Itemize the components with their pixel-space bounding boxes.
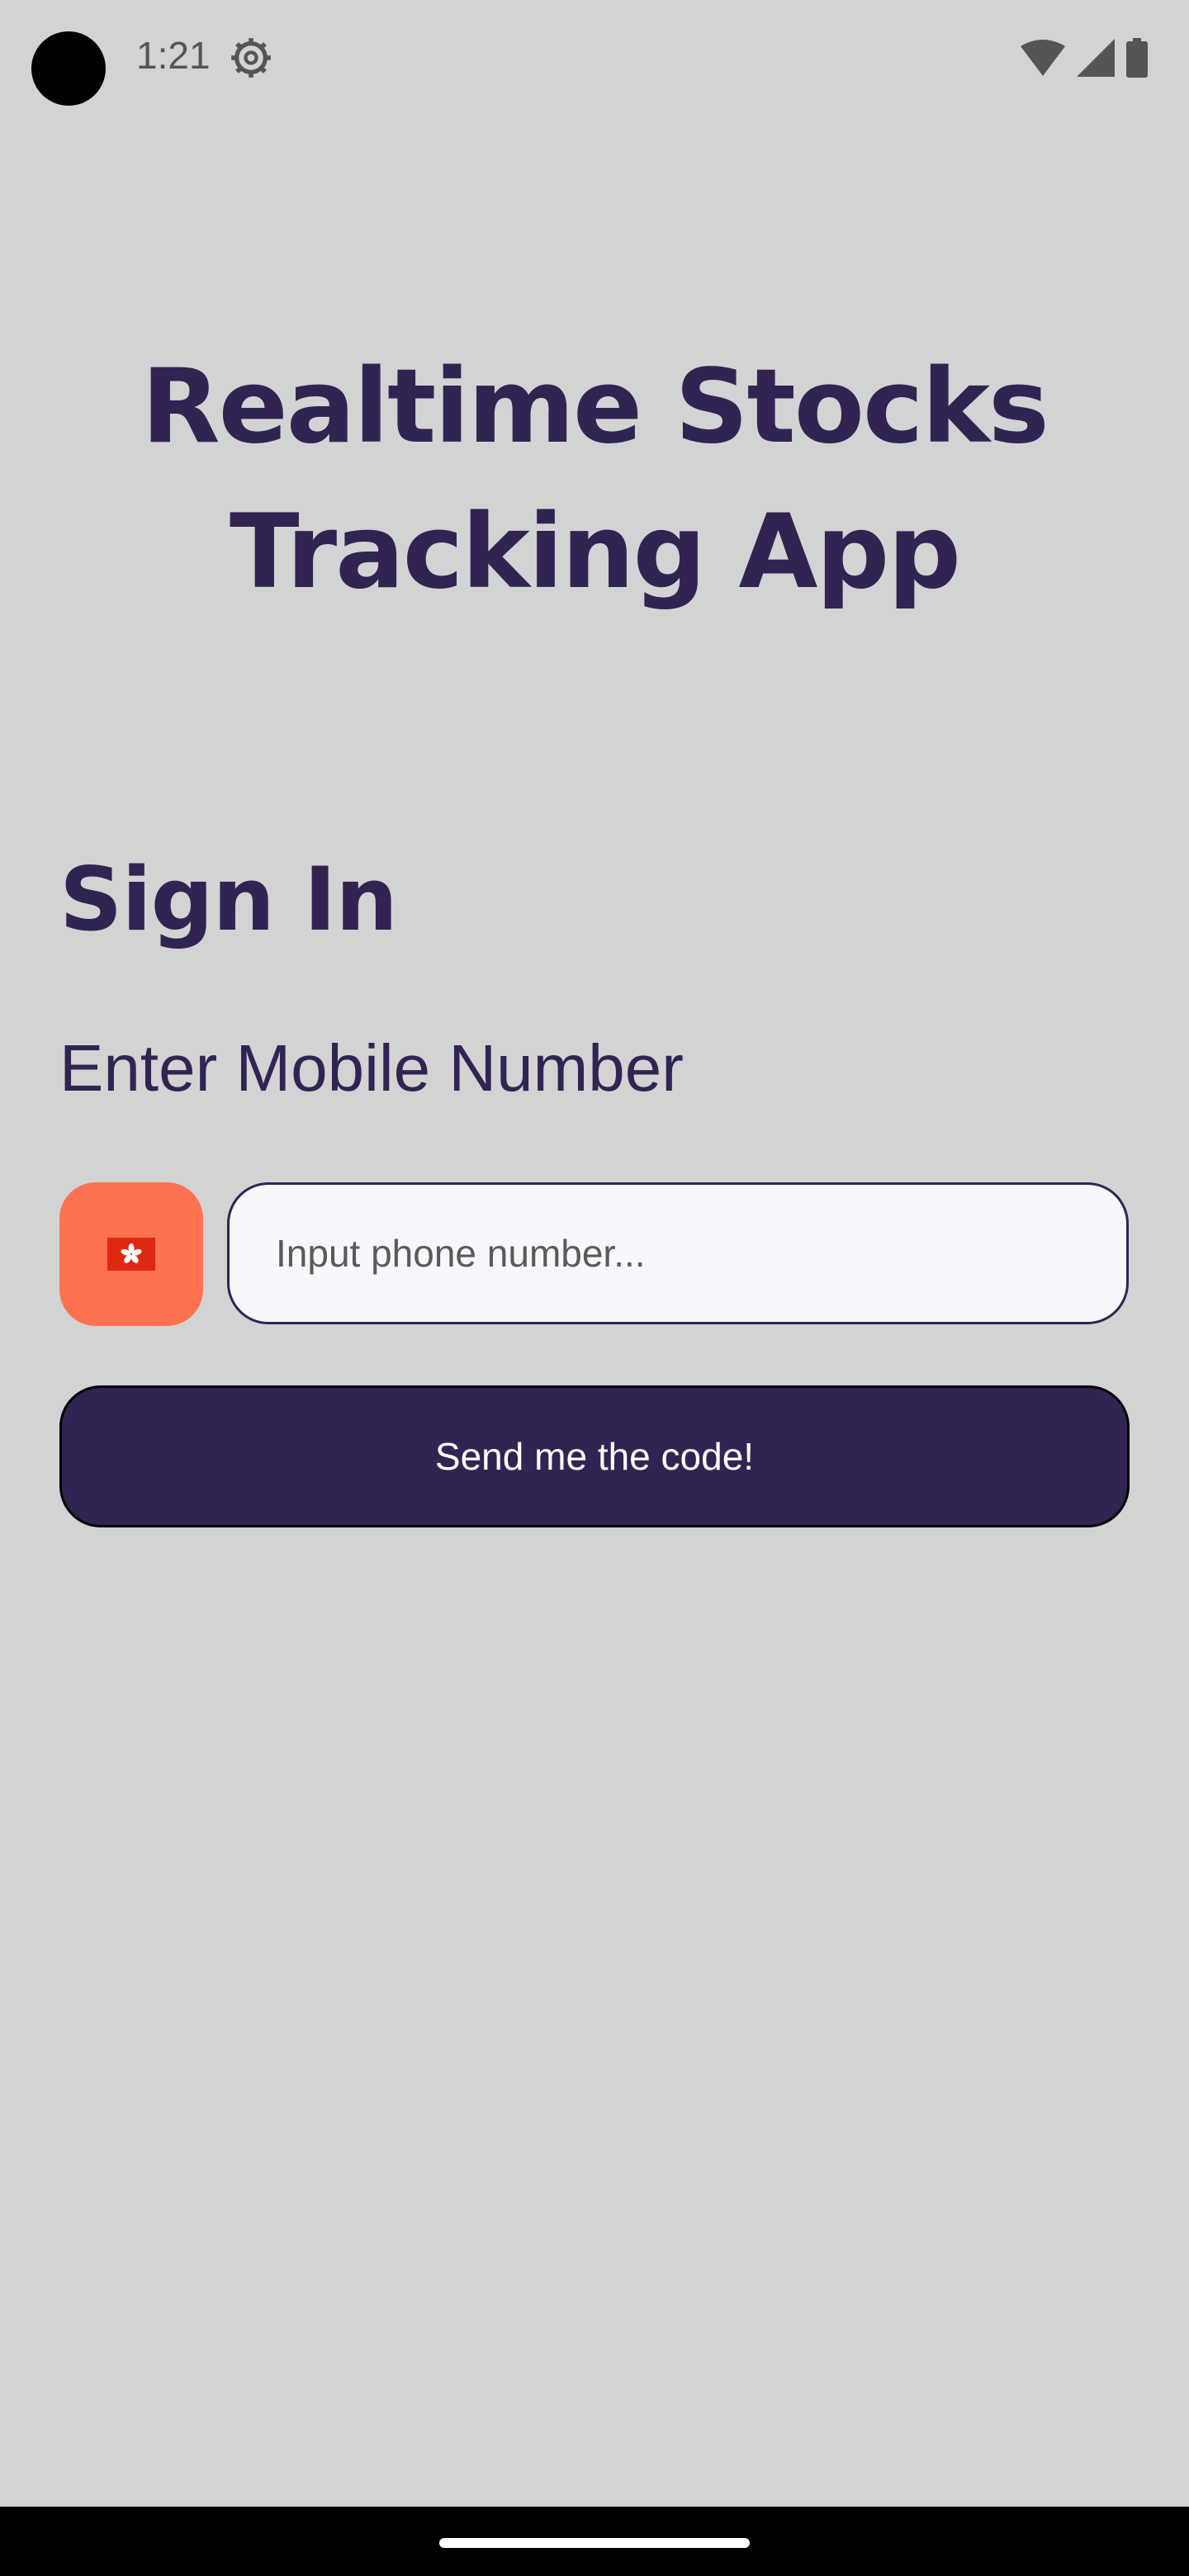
country-code-button[interactable] xyxy=(59,1182,203,1326)
hong-kong-flag-icon xyxy=(107,1238,155,1271)
signal-icon xyxy=(1077,39,1115,77)
send-code-button[interactable]: Send me the code! xyxy=(59,1385,1130,1527)
bauhinia-icon xyxy=(121,1243,142,1263)
navigation-bar xyxy=(0,2507,1189,2576)
status-icons xyxy=(1021,35,1148,81)
app-title: Realtime Stocks Tracking App xyxy=(0,334,1189,625)
app-title-line-1: Realtime Stocks xyxy=(141,348,1049,466)
camera-cutout xyxy=(31,31,106,106)
app-title-line-2: Tracking App xyxy=(230,493,961,612)
settings-gear-icon xyxy=(231,38,271,78)
wifi-icon xyxy=(1021,40,1065,76)
status-bar: 1:21 xyxy=(0,0,1189,116)
status-time: 1:21 xyxy=(136,34,211,77)
signin-heading: Sign In xyxy=(59,849,398,950)
home-gesture-handle[interactable] xyxy=(439,2538,750,2548)
phone-number-input[interactable] xyxy=(227,1182,1129,1324)
mobile-number-label: Enter Mobile Number xyxy=(59,1031,684,1105)
battery-icon xyxy=(1126,38,1148,78)
